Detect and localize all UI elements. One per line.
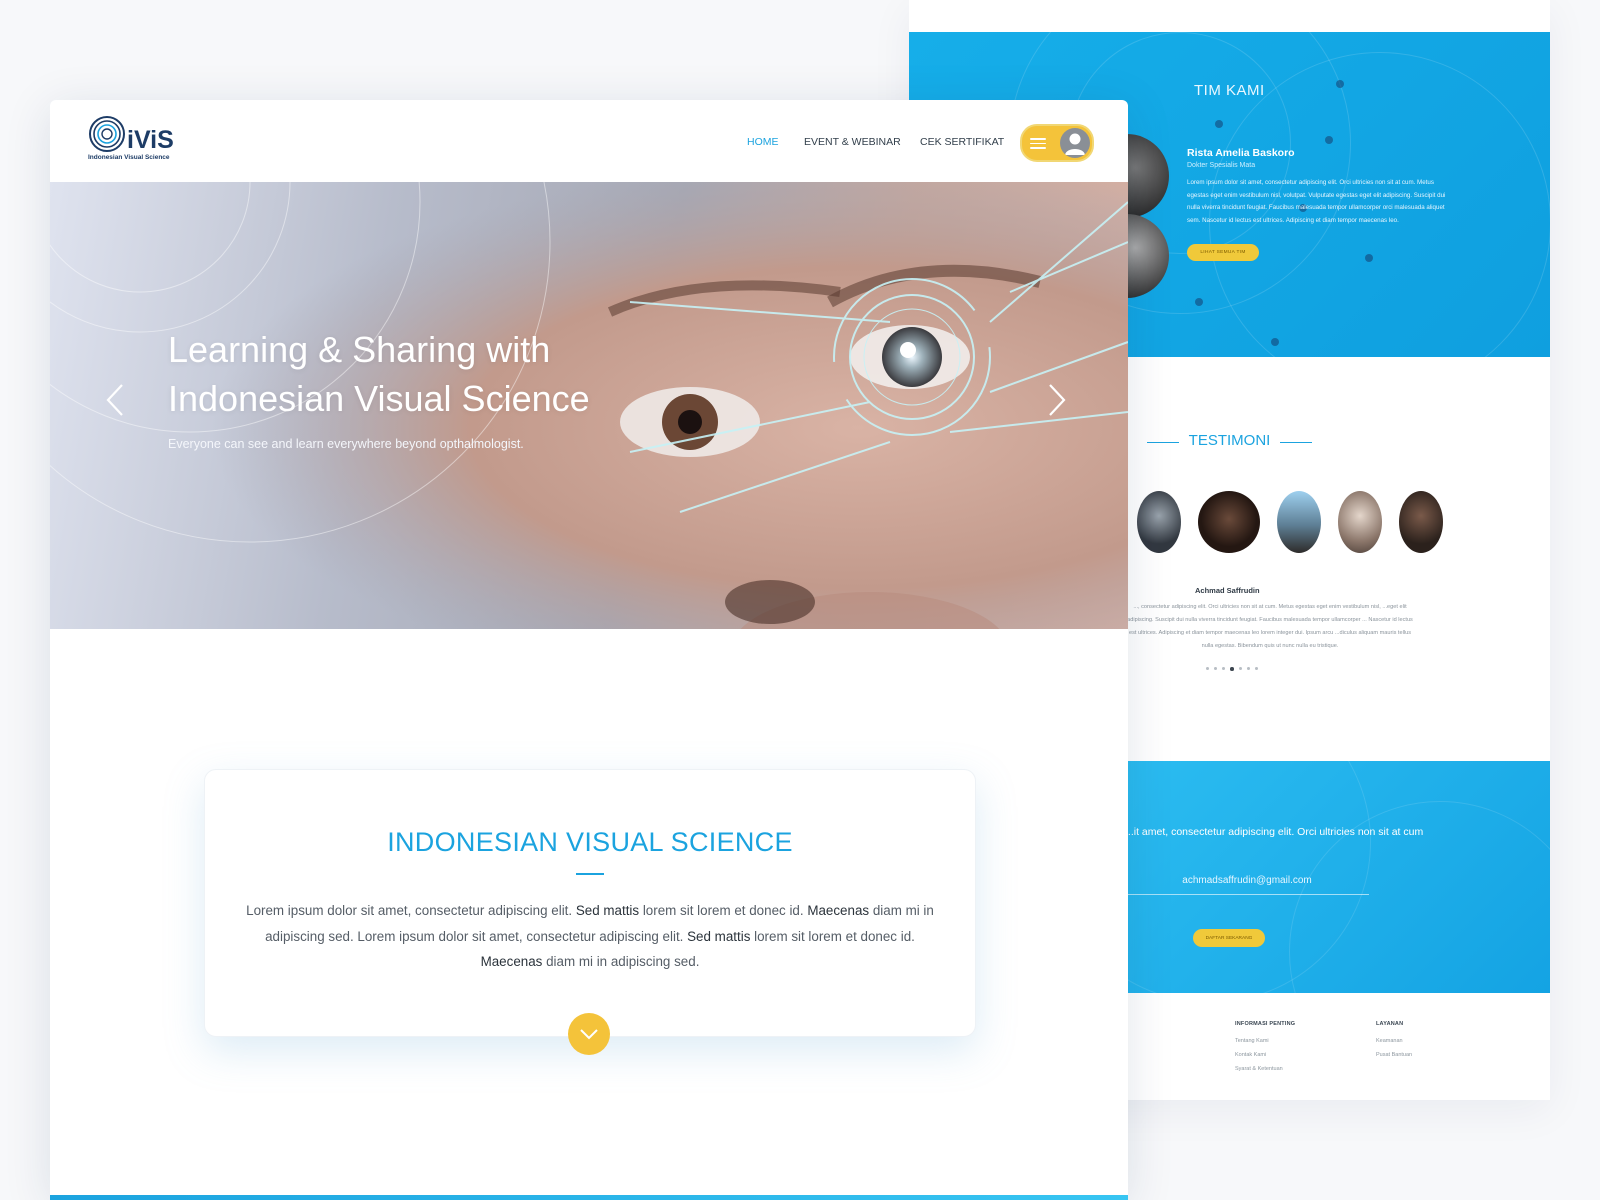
logo-text: iViS bbox=[127, 126, 174, 154]
about-title: INDONESIAN VISUAL SCIENCE bbox=[387, 827, 793, 857]
carousel-prev-icon[interactable] bbox=[104, 382, 126, 418]
see-all-team-button[interactable]: LIHAT SEMUA TIM bbox=[1187, 244, 1259, 261]
footer-link-about[interactable]: Tentang Kami bbox=[1235, 1038, 1295, 1044]
team-member-bio: Lorem ipsum dolor sit amet, consectetur … bbox=[1187, 179, 1446, 224]
footer-link-security[interactable]: Keamanan bbox=[1376, 1038, 1412, 1044]
carousel-next-icon[interactable] bbox=[1046, 382, 1068, 418]
decor-dot bbox=[1336, 80, 1344, 88]
decor-dot bbox=[1325, 136, 1333, 144]
pagination-dot[interactable] bbox=[1254, 667, 1258, 670]
footer-link-terms[interactable]: Syarat & Ketentuan bbox=[1235, 1066, 1295, 1072]
pagination-dot[interactable] bbox=[1238, 667, 1242, 670]
team-member-name: Rista Amelia Baskoro bbox=[1187, 147, 1295, 159]
team-title: TIM KAMI bbox=[1194, 82, 1265, 99]
nav-home[interactable]: HOME bbox=[747, 136, 779, 148]
footer-link-contact[interactable]: Kontak Kami bbox=[1235, 1052, 1295, 1058]
title-divider bbox=[1280, 442, 1312, 443]
pagination-dot[interactable] bbox=[1246, 667, 1250, 670]
register-now-button[interactable]: DAFTAR SEKARANG bbox=[1193, 929, 1265, 947]
hero-title: Learning & Sharing with Indonesian Visua… bbox=[168, 325, 688, 423]
user-avatar-icon bbox=[1060, 128, 1090, 158]
front-page: iViS Indonesian Visual Science HOME EVEN… bbox=[50, 100, 1128, 1200]
pagination-dot[interactable] bbox=[1222, 667, 1225, 670]
testimoni-name: Achmad Saffrudin bbox=[1195, 586, 1260, 595]
decor-dot bbox=[1215, 120, 1223, 128]
testimoni-pagination[interactable] bbox=[1206, 667, 1258, 671]
about-card: INDONESIAN VISUAL SCIENCE Lorem ipsum do… bbox=[204, 769, 976, 1037]
hero-subtitle: Everyone can see and learn everywhere be… bbox=[168, 437, 524, 451]
team-member-role: Dokter Spesialis Mata bbox=[1187, 162, 1256, 169]
logo-subtitle: Indonesian Visual Science bbox=[88, 154, 170, 161]
nav-cek-sertifikat[interactable]: CEK SERTIFIKAT bbox=[920, 136, 1004, 148]
decor-dot bbox=[1195, 298, 1203, 306]
footer-column-info: INFORMASI PENTING Tentang Kami Kontak Ka… bbox=[1235, 1021, 1295, 1080]
pagination-dot-active[interactable] bbox=[1230, 667, 1234, 671]
about-text: Lorem ipsum dolor sit amet, consectetur … bbox=[246, 903, 934, 969]
testimoni-avatar[interactable] bbox=[1277, 491, 1321, 553]
footer-link-help[interactable]: Pusat Bantuan bbox=[1376, 1052, 1412, 1058]
chevron-down-icon bbox=[580, 1029, 598, 1040]
testimoni-avatar-active[interactable] bbox=[1198, 491, 1260, 553]
hero-title-line: Learning & Sharing with bbox=[168, 329, 551, 370]
scroll-down-button[interactable] bbox=[568, 1013, 610, 1055]
hamburger-icon bbox=[1030, 138, 1046, 149]
testimoni-avatar[interactable] bbox=[1338, 491, 1382, 553]
bottom-accent-bar bbox=[50, 1195, 1128, 1200]
hero-carousel: Learning & Sharing with Indonesian Visua… bbox=[50, 182, 1128, 629]
footer-column-services: LAYANAN Keamanan Pusat Bantuan bbox=[1376, 1021, 1412, 1066]
decor-dot bbox=[1365, 254, 1373, 262]
testimoni-avatar[interactable] bbox=[1137, 491, 1181, 553]
testimoni-avatar[interactable] bbox=[1399, 491, 1443, 553]
pagination-dot[interactable] bbox=[1214, 667, 1217, 670]
menu-user-toggle[interactable] bbox=[1020, 124, 1094, 162]
nav-event-webinar[interactable]: EVENT & WEBINAR bbox=[804, 136, 901, 148]
footer-heading: LAYANAN bbox=[1376, 1021, 1404, 1027]
decor-dot bbox=[1271, 338, 1279, 346]
about-divider bbox=[576, 873, 604, 875]
newsletter-text: ...it amet, consectetur adipiscing elit.… bbox=[1125, 826, 1424, 838]
pagination-dot[interactable] bbox=[1206, 667, 1209, 670]
footer-heading: INFORMASI PENTING bbox=[1235, 1021, 1296, 1027]
hero-title-line: Indonesian Visual Science bbox=[168, 378, 590, 419]
testimoni-text: ..., consectetur adipiscing elit. Orci u… bbox=[1127, 604, 1413, 649]
newsletter-email-input[interactable]: achmadsaffrudin@gmail.com bbox=[1125, 875, 1369, 895]
